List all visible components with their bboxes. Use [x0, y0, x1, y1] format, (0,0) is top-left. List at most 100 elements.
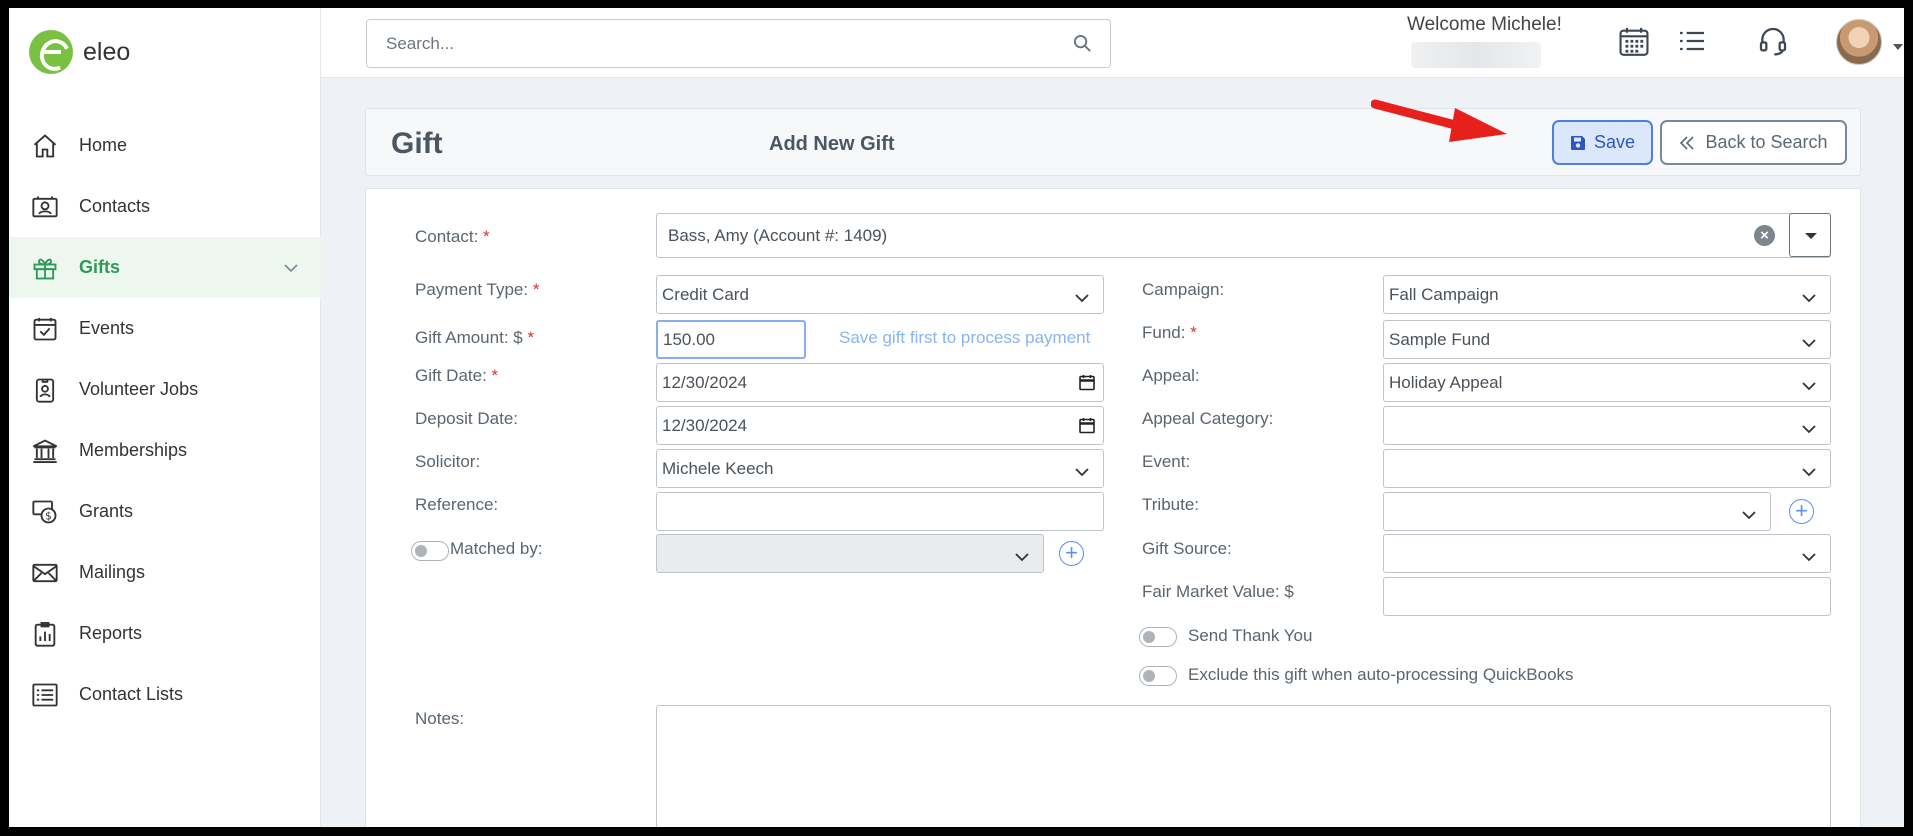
sidebar-item-label: Grants	[79, 501, 134, 521]
reference-input[interactable]	[656, 492, 1104, 531]
chevron-down-icon[interactable]	[1892, 38, 1904, 56]
add-matched-by-icon[interactable]: +	[1059, 541, 1084, 566]
clear-icon[interactable]: ×	[1754, 225, 1775, 246]
save-button[interactable]: Save	[1552, 120, 1653, 165]
topbar: Welcome Michele!	[321, 8, 1904, 78]
sidebar-item-reports[interactable]: Reports	[9, 603, 321, 664]
double-chevron-left-icon	[1680, 135, 1695, 150]
sidebar-item-memberships[interactable]: Memberships	[9, 420, 321, 481]
reference-label: Reference:	[415, 495, 499, 514]
solicitor-value: Michele Keech	[662, 458, 774, 478]
gift-source-select[interactable]	[1383, 534, 1831, 573]
sidebar: eleo Home Contacts Gifts Events Voluntee…	[9, 8, 321, 827]
sidebar-item-grants[interactable]: $ Grants	[9, 481, 321, 542]
page-title: Gift	[391, 127, 443, 160]
sidebar-item-home[interactable]: Home	[9, 115, 321, 176]
solicitor-select[interactable]: Michele Keech	[656, 449, 1104, 488]
search-box	[366, 19, 1111, 68]
money-icon: $	[30, 497, 60, 527]
gift-date-value: 12/30/2024	[662, 372, 748, 392]
sidebar-item-label: Gifts	[79, 257, 121, 277]
chevron-down-icon	[1075, 288, 1089, 308]
list-icon[interactable]	[1676, 25, 1708, 62]
sidebar-item-mailings[interactable]: Mailings	[9, 542, 321, 603]
avatar[interactable]	[1836, 19, 1882, 65]
matched-by-select[interactable]	[656, 534, 1044, 573]
fund-value: Sample Fund	[1389, 329, 1491, 349]
sidebar-item-label: Memberships	[79, 440, 188, 460]
appeal-value: Holiday Appeal	[1389, 372, 1503, 392]
deposit-date-input[interactable]: 12/30/2024	[656, 406, 1104, 445]
chevron-down-icon	[1075, 462, 1089, 482]
sidebar-item-volunteer-jobs[interactable]: Volunteer Jobs	[9, 359, 321, 420]
add-tribute-icon[interactable]: +	[1789, 499, 1814, 524]
chevron-down-icon	[1015, 547, 1029, 567]
sidebar-item-label: Reports	[79, 623, 143, 643]
sidebar-item-label: Contacts	[79, 196, 151, 216]
chevron-down-icon	[1742, 505, 1756, 525]
event-select[interactable]	[1383, 449, 1831, 488]
headset-icon[interactable]	[1757, 25, 1789, 62]
exclude-quickbooks-toggle[interactable]	[1139, 666, 1177, 686]
exclude-quickbooks-label: Exclude this gift when auto-processing Q…	[1188, 665, 1574, 684]
tribute-select[interactable]	[1383, 492, 1771, 531]
contact-dropdown-button[interactable]	[1789, 213, 1831, 257]
chevron-down-icon	[1802, 462, 1816, 482]
fair-market-value-input[interactable]	[1383, 577, 1831, 616]
sidebar-item-contact-lists[interactable]: Contact Lists	[9, 664, 321, 725]
calendar-icon[interactable]	[1079, 417, 1095, 439]
red-arrow-annotation	[1371, 99, 1507, 142]
payment-type-label: Payment Type: *	[415, 280, 540, 299]
gift-amount-input[interactable]: 150.00	[656, 320, 806, 359]
payment-type-select[interactable]: Credit Card	[656, 275, 1104, 314]
matched-by-toggle[interactable]	[411, 541, 449, 561]
event-label: Event:	[1142, 452, 1191, 471]
calendar-grid-icon[interactable]	[1617, 25, 1651, 64]
appeal-select[interactable]: Holiday Appeal	[1383, 363, 1831, 402]
badge-icon	[30, 375, 60, 405]
deposit-date-label: Deposit Date:	[415, 409, 518, 428]
gift-amount-value: 150.00	[663, 329, 715, 349]
gift-date-label: Gift Date: *	[415, 366, 499, 385]
notes-textarea[interactable]	[656, 705, 1831, 827]
search-input[interactable]	[367, 20, 1047, 67]
contact-field[interactable]: Bass, Amy (Account #: 1409) ×	[656, 213, 1831, 258]
blurred-subtitle	[1411, 42, 1541, 68]
chevron-down-icon	[1802, 376, 1816, 396]
gift-date-input[interactable]: 12/30/2024	[656, 363, 1104, 402]
tribute-label: Tribute:	[1142, 495, 1200, 514]
chevron-down-icon[interactable]	[283, 257, 299, 278]
contact-value: Bass, Amy (Account #: 1409)	[668, 225, 888, 245]
chevron-down-icon	[1802, 419, 1816, 439]
appeal-category-select[interactable]	[1383, 406, 1831, 445]
sidebar-item-contacts[interactable]: Contacts	[9, 176, 321, 237]
welcome-text: Welcome Michele!	[1407, 14, 1562, 35]
sidebar-item-label: Mailings	[79, 562, 146, 582]
calendar-check-icon	[30, 314, 60, 344]
contacts-icon	[30, 192, 60, 222]
save-icon	[1570, 135, 1585, 150]
logo-text: eleo	[83, 37, 131, 66]
chevron-down-icon	[1802, 333, 1816, 353]
appeal-category-label: Appeal Category:	[1142, 409, 1274, 428]
home-icon	[30, 131, 60, 161]
campaign-value: Fall Campaign	[1389, 284, 1499, 304]
sidebar-item-events[interactable]: Events	[9, 298, 321, 359]
campaign-select[interactable]: Fall Campaign	[1383, 275, 1831, 314]
search-icon[interactable]	[1073, 34, 1092, 58]
fund-select[interactable]: Sample Fund	[1383, 320, 1831, 359]
gift-form: Contact: * Bass, Amy (Account #: 1409) ×…	[365, 188, 1861, 827]
solicitor-label: Solicitor:	[415, 452, 481, 471]
campaign-label: Campaign:	[1142, 280, 1225, 299]
chevron-down-icon	[1802, 547, 1816, 567]
page-header: Gift Add New Gift Save Back to Search	[365, 108, 1861, 176]
gift-amount-label: Gift Amount: $ *	[415, 328, 535, 347]
sidebar-nav: Home Contacts Gifts Events Volunteer Job…	[9, 115, 321, 725]
logo[interactable]: eleo	[29, 30, 130, 74]
calendar-icon[interactable]	[1079, 374, 1095, 396]
back-to-search-button[interactable]: Back to Search	[1660, 120, 1847, 165]
sidebar-item-gifts[interactable]: Gifts	[9, 237, 321, 298]
payment-type-value: Credit Card	[662, 284, 749, 304]
send-thank-you-toggle[interactable]	[1139, 627, 1177, 647]
logo-mark-icon	[29, 30, 73, 74]
